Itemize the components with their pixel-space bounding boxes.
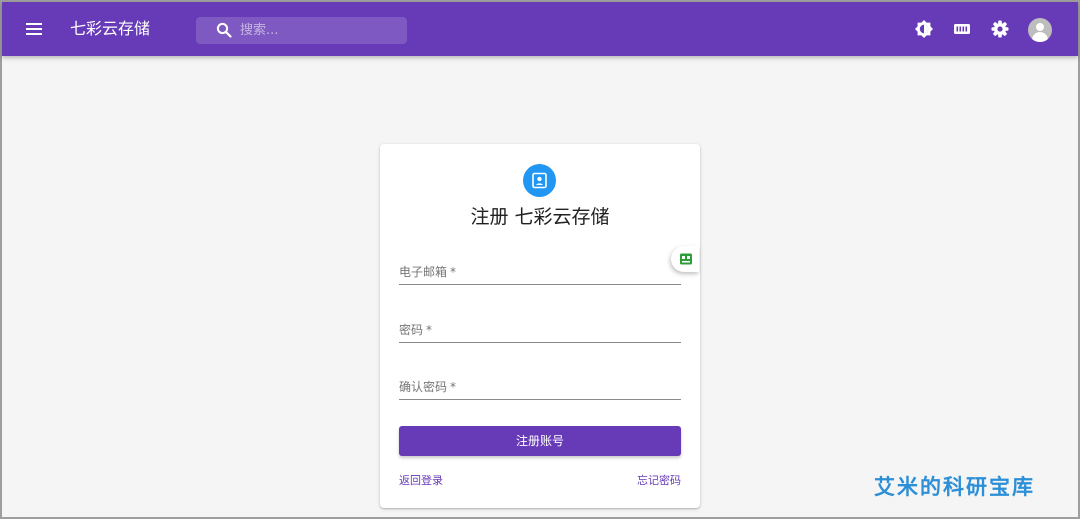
contact-badge-icon bbox=[523, 164, 556, 197]
account-avatar-icon[interactable] bbox=[1028, 18, 1052, 42]
search-icon bbox=[216, 22, 232, 38]
confirm-password-field[interactable]: 确认密码 * bbox=[399, 377, 681, 400]
page-title: 注册 七彩云存储 bbox=[470, 206, 610, 228]
email-field[interactable]: 电子邮箱 * bbox=[399, 262, 681, 285]
id-card-icon bbox=[680, 253, 692, 265]
app-title[interactable]: 七彩云存储 bbox=[70, 18, 150, 40]
back-to-login-link[interactable]: 返回登录 bbox=[399, 474, 443, 488]
password-field[interactable]: 密码 * bbox=[399, 320, 681, 343]
theme-toggle-icon[interactable] bbox=[914, 19, 934, 39]
storage-icon[interactable] bbox=[952, 19, 972, 39]
gear-icon[interactable] bbox=[990, 19, 1010, 39]
password-field-label: 密码 * bbox=[399, 323, 433, 337]
email-field-label: 电子邮箱 * bbox=[399, 265, 457, 279]
floating-side-tab[interactable] bbox=[671, 246, 699, 272]
register-button[interactable]: 注册账号 bbox=[399, 426, 681, 456]
forgot-password-link[interactable]: 忘记密码 bbox=[637, 474, 681, 488]
register-card: 注册 七彩云存储 电子邮箱 * 密码 * 确认密码 * 注册账号 返回登录 忘记密码 bbox=[380, 144, 700, 508]
search-input[interactable] bbox=[240, 17, 400, 44]
watermark-text: 艾米的科研宝库 bbox=[874, 475, 1035, 499]
menu-icon[interactable] bbox=[24, 19, 44, 39]
confirm-password-field-label: 确认密码 * bbox=[399, 380, 457, 394]
app-bar: 七彩云存储 bbox=[2, 2, 1078, 56]
search-box[interactable] bbox=[196, 17, 407, 44]
